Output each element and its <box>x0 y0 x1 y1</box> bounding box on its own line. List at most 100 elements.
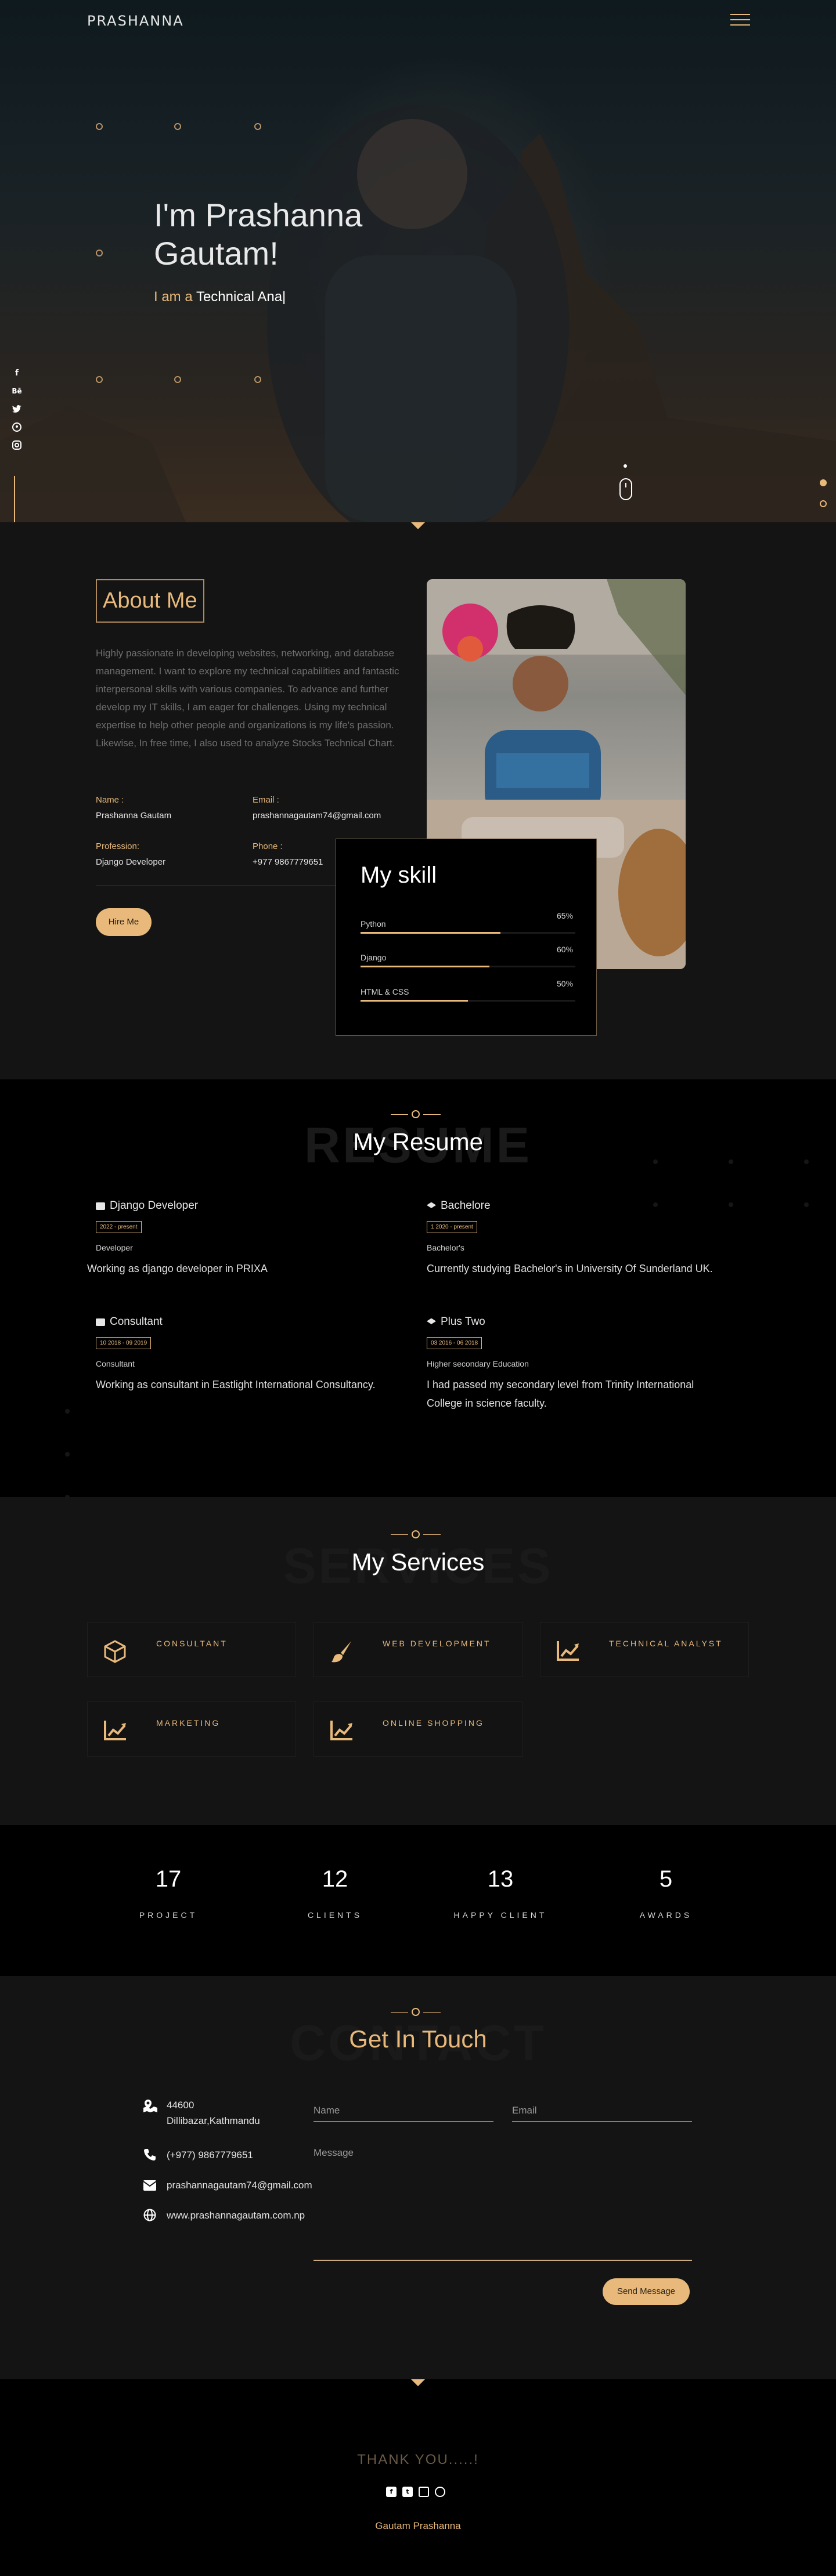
resume-entry-role: Consultant <box>96 1359 135 1368</box>
message-textarea[interactable]: Message <box>314 2147 692 2261</box>
instagram-icon[interactable] <box>419 2487 429 2497</box>
briefcase-icon <box>96 1202 105 1210</box>
service-card[interactable]: WEB DEVELOPMENT <box>314 1622 522 1677</box>
service-card[interactable]: TECHNICAL ANALYST <box>540 1622 749 1677</box>
skill-name: Django <box>361 953 387 962</box>
footer-name: Gautam Prashanna <box>375 2520 461 2531</box>
graduation-cap-icon <box>427 1318 436 1324</box>
service-card[interactable]: MARKETING <box>87 1701 296 1757</box>
profession-value: Django Developer <box>96 857 166 867</box>
footer-section <box>0 2379 836 2576</box>
resume-entry-title: Bachelore <box>427 1200 491 1212</box>
about-heading: About Me <box>96 579 204 623</box>
resume-title: My Resume <box>352 1128 484 1155</box>
about-paragraph: Highly passionate in developing websites… <box>96 648 399 749</box>
send-message-button[interactable]: Send Message <box>603 2278 690 2305</box>
stat-label: AWARDS <box>639 1910 693 1920</box>
resume-entry-role: Bachelor's <box>427 1243 464 1252</box>
resume-entry-date: 2022 - present <box>96 1221 142 1233</box>
phone-label: Phone : <box>253 841 283 851</box>
resume-entry-date: 03 2016 - 06 2018 <box>427 1337 482 1349</box>
stat-label: CLIENTS <box>307 1910 363 1920</box>
skill-progress-bar <box>361 966 575 967</box>
resume-entry-role: Higher secondary Education <box>427 1359 529 1368</box>
profession-label: Profession: <box>96 841 140 851</box>
decorative-dot <box>729 1202 733 1207</box>
map-icon <box>143 2100 157 2116</box>
resume-entry-role: Developer <box>96 1243 133 1252</box>
hero-title: I'm Prashanna Gautam! <box>154 197 363 272</box>
decorative-ring <box>174 123 181 130</box>
twitter-icon[interactable] <box>10 403 23 416</box>
hero-subtitle: I am a Technical Ana| <box>154 289 286 305</box>
email-label: Email : <box>253 795 279 805</box>
decorative-ring <box>174 376 181 383</box>
decorative-dot <box>804 1159 809 1164</box>
decorative-ring <box>96 376 103 383</box>
facebook-icon[interactable]: f <box>386 2487 397 2497</box>
decorative-dot <box>804 1202 809 1207</box>
behance-icon[interactable]: Bē <box>10 385 23 398</box>
section-arrow-icon <box>411 522 425 529</box>
stat-label: HAPPY CLIENT <box>453 1910 547 1920</box>
service-label: WEB DEVELOPMENT <box>383 1639 491 1648</box>
skill-progress-fill <box>361 966 489 967</box>
resume-entry-title: Consultant <box>96 1316 163 1328</box>
resume-entry-date: 1 2020 - present <box>427 1221 477 1233</box>
slider-dot[interactable] <box>820 500 827 507</box>
pinterest-icon[interactable] <box>10 421 23 433</box>
mouse-scroll-icon[interactable] <box>619 478 632 500</box>
decorative-dot <box>729 1159 733 1164</box>
contact-address: 44600 Dillibazar,Kathmandu <box>167 2100 260 2126</box>
hire-me-button[interactable]: Hire Me <box>96 908 152 936</box>
chart-line-icon <box>330 1721 352 1740</box>
decorative-ring <box>96 250 103 256</box>
stat-number: 12 <box>322 1866 348 1892</box>
resume-entry-desc: I had passed my secondary level from Tri… <box>427 1379 694 1409</box>
hamburger-menu-icon[interactable] <box>730 14 750 27</box>
globe-icon <box>143 2209 156 2225</box>
scroll-dot <box>624 464 627 468</box>
decorative-dot <box>65 1409 70 1414</box>
decorative-dot <box>65 1452 70 1457</box>
pinterest-icon[interactable] <box>435 2487 445 2497</box>
service-label: ONLINE SHOPPING <box>383 1718 484 1728</box>
twitter-icon[interactable]: t <box>402 2487 413 2497</box>
name-input[interactable]: Name <box>314 2105 493 2122</box>
stats-section <box>0 1825 836 1976</box>
contact-email[interactable]: prashannagautam74@gmail.com <box>167 2177 312 2193</box>
decorative-dot <box>653 1159 658 1164</box>
section-arrow-icon <box>411 2379 425 2386</box>
service-label: CONSULTANT <box>156 1639 228 1648</box>
decorative-ring <box>254 123 261 130</box>
decorative-ring <box>254 376 261 383</box>
slider-dot-active[interactable] <box>820 479 827 486</box>
instagram-icon[interactable] <box>10 439 23 451</box>
service-label: MARKETING <box>156 1718 221 1728</box>
skill-progress-bar <box>361 932 575 934</box>
graduation-cap-icon <box>427 1202 436 1208</box>
paint-brush-icon <box>331 1641 351 1663</box>
chart-line-icon <box>557 1641 579 1661</box>
envelope-icon <box>143 2180 157 2194</box>
chart-line-icon <box>104 1721 126 1740</box>
name-value: Prashanna Gautam <box>96 811 172 821</box>
contact-website[interactable]: www.prashannagautam.com.np <box>167 2208 305 2223</box>
section-divider-icon <box>391 1530 441 1538</box>
phone-value: +977 9867779651 <box>253 857 323 867</box>
email-input[interactable]: Email <box>512 2105 692 2122</box>
facebook-icon[interactable]: f <box>10 367 23 380</box>
stat-number: 5 <box>659 1866 673 1892</box>
resume-entry-date: 10 2018 - 09 2019 <box>96 1337 152 1349</box>
email-value: prashannagautam74@gmail.com <box>253 811 381 821</box>
decorative-dot <box>653 1202 658 1207</box>
skill-percent: 50% <box>557 979 574 988</box>
resume-entry-desc: Working as django developer in PRIXA <box>87 1263 268 1274</box>
service-card[interactable]: CONSULTANT <box>87 1622 296 1677</box>
service-card[interactable]: ONLINE SHOPPING <box>314 1701 522 1757</box>
services-title: My Services <box>351 1548 485 1576</box>
skill-progress-fill <box>361 932 500 934</box>
site-logo[interactable]: PRASHANNA <box>87 13 184 29</box>
stat-number: 17 <box>155 1866 182 1892</box>
